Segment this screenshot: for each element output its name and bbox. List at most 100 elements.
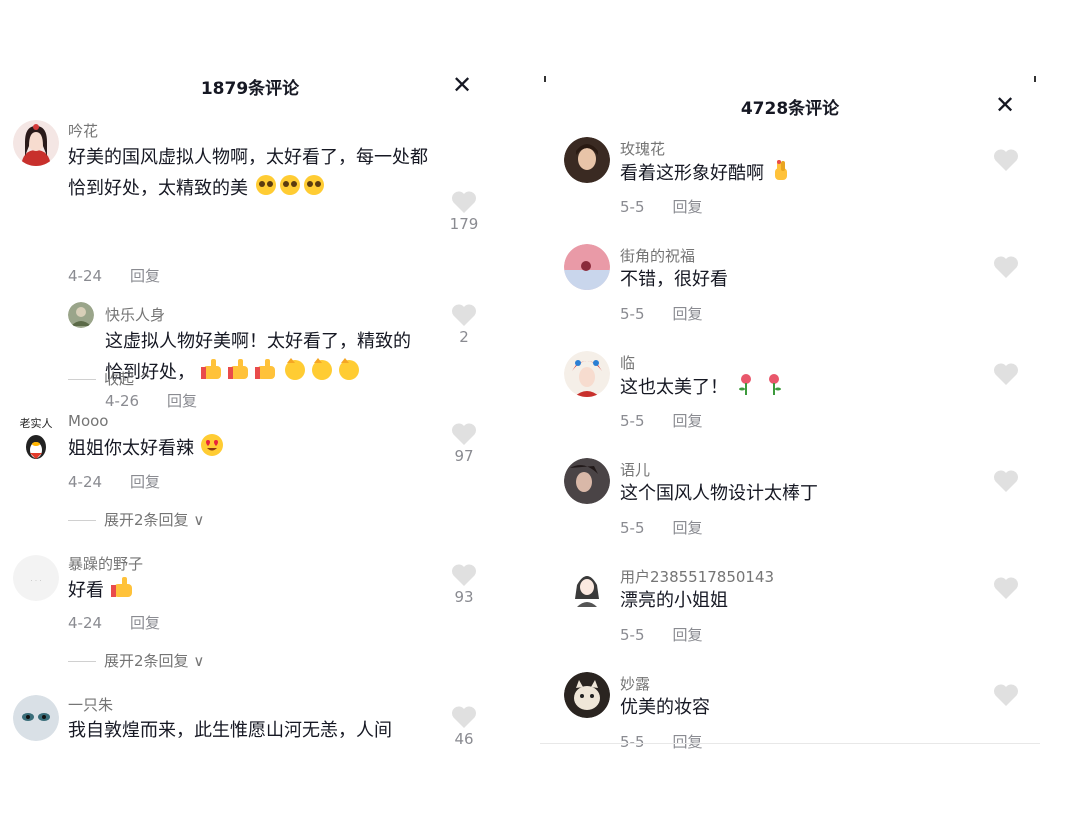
avatar[interactable]: . . . xyxy=(13,555,59,601)
penguin-icon xyxy=(26,435,46,459)
heart-icon xyxy=(451,564,477,586)
avatar[interactable] xyxy=(564,565,610,611)
comment-date: 4-26 xyxy=(105,392,140,410)
like-button[interactable]: 179 xyxy=(449,190,479,234)
rose-emoji-icon xyxy=(734,372,790,406)
comment-date: 5-5 xyxy=(620,198,645,216)
avatar[interactable] xyxy=(564,244,610,290)
comment-text-body: 看着这形象好酷啊 xyxy=(620,163,764,184)
like-button[interactable]: 46 xyxy=(449,705,479,749)
reply-button[interactable]: 回复 xyxy=(673,305,703,323)
thumbs-up-emoji-icon xyxy=(200,357,361,391)
comment-date: 5-5 xyxy=(620,412,645,430)
comment-date: 4-24 xyxy=(68,267,103,285)
commenter-name[interactable]: Mooo xyxy=(68,412,108,430)
close-icon[interactable]: ✕ xyxy=(452,70,472,100)
corner-mark xyxy=(544,76,546,82)
comment-item: 吟花 好美的国风虚拟人物啊，太好看了，每一处都恰到好处，太精致的美 4-24 回复… xyxy=(0,115,500,410)
commenter-name[interactable]: 临 xyxy=(620,352,635,373)
close-icon[interactable]: ✕ xyxy=(995,90,1015,120)
commenter-name[interactable]: 语儿 xyxy=(620,459,650,480)
comment-text: 不错，很好看 xyxy=(620,269,728,290)
heart-icon xyxy=(993,256,1019,278)
like-button[interactable] xyxy=(991,683,1021,707)
comment-text: 漂亮的小姐姐 xyxy=(620,590,728,611)
reply-button[interactable]: 回复 xyxy=(673,198,703,216)
comment-text: 优美的妆容 xyxy=(620,697,710,718)
heart-icon xyxy=(993,149,1019,171)
like-count: 93 xyxy=(454,588,474,606)
expand-replies-button[interactable]: 展开2条回复 ∨ xyxy=(68,509,204,530)
avatar[interactable] xyxy=(564,672,610,718)
avatar[interactable]: 老实人 xyxy=(13,415,59,461)
comments-panel-right: 4728条评论 ✕ 玫瑰花 看着这形象好酷啊 5-5 回复 街角的祝福 不错，很好… xyxy=(540,60,1040,750)
svg-text:. . .: . . . xyxy=(30,575,41,583)
comment-meta: 5-5 回复 xyxy=(620,624,703,645)
commenter-name[interactable]: 一只朱 xyxy=(68,694,113,715)
comment-meta: 5-5 回复 xyxy=(620,303,703,324)
comment-date: 5-5 xyxy=(620,733,645,750)
reply-button[interactable]: 回复 xyxy=(130,473,160,491)
commenter-name[interactable]: 用户2385517850143 xyxy=(620,566,774,587)
commenter-name[interactable]: 吟花 xyxy=(68,120,98,141)
avatar[interactable] xyxy=(13,695,59,741)
heart-icon xyxy=(451,304,477,326)
comments-panel-left: 1879条评论 ✕ 吟花 好美的国风虚拟人物啊，太好看了，每一处都恰到好处，太精… xyxy=(0,60,500,750)
comment-date: 4-24 xyxy=(68,473,103,491)
comment-text-body: 好看 xyxy=(68,580,104,601)
like-button[interactable] xyxy=(991,576,1021,600)
heart-icon xyxy=(993,470,1019,492)
reply-button[interactable]: 回复 xyxy=(130,614,160,632)
commenter-name[interactable]: 暴躁的野子 xyxy=(68,553,143,574)
reply-button[interactable]: 回复 xyxy=(673,626,703,644)
reply-button[interactable]: 回复 xyxy=(673,733,703,750)
heart-icon xyxy=(993,577,1019,599)
collapse-replies-button[interactable]: 收起 ^ xyxy=(68,368,151,389)
expand-replies-button[interactable]: 展开2条回复 ∨ xyxy=(68,650,204,671)
fingers-crossed-emoji-icon xyxy=(770,158,792,192)
bottom-divider xyxy=(540,743,1040,744)
comment-text: 好看 xyxy=(68,575,428,609)
chevron-up-icon: ^ xyxy=(134,370,152,388)
comment-text-body: 这也太美了！ xyxy=(620,377,728,398)
like-count: 97 xyxy=(454,447,474,465)
comment-meta: 4-24 回复 xyxy=(68,471,160,492)
commenter-name[interactable]: 街角的祝福 xyxy=(620,245,695,266)
like-button[interactable]: 2 xyxy=(449,303,479,347)
comment-date: 5-5 xyxy=(620,626,645,644)
like-button[interactable] xyxy=(991,255,1021,279)
comment-meta: 4-24 回复 xyxy=(68,265,160,286)
avatar[interactable] xyxy=(564,137,610,183)
avatar[interactable] xyxy=(564,458,610,504)
comment-text: 好美的国风虚拟人物啊，太好看了，每一处都恰到好处，太精致的美 xyxy=(68,143,428,207)
like-button[interactable]: 97 xyxy=(449,422,479,466)
avatar[interactable] xyxy=(13,120,59,166)
like-count: 46 xyxy=(454,730,474,748)
comment-meta: 5-5 回复 xyxy=(620,196,703,217)
divider-line xyxy=(68,661,96,662)
like-button[interactable] xyxy=(991,362,1021,386)
reply-button[interactable]: 回复 xyxy=(673,412,703,430)
comment-meta: 5-5 回复 xyxy=(620,517,703,538)
corner-mark xyxy=(1034,76,1036,82)
like-button[interactable]: 93 xyxy=(449,563,479,607)
like-button[interactable] xyxy=(991,148,1021,172)
avatar[interactable] xyxy=(564,351,610,397)
reply-button[interactable]: 回复 xyxy=(130,267,160,285)
commenter-name[interactable]: 玫瑰花 xyxy=(620,138,665,159)
divider-line xyxy=(68,520,96,521)
like-count: 179 xyxy=(449,215,479,233)
heart-icon xyxy=(451,706,477,728)
reply-button[interactable]: 回复 xyxy=(167,392,197,410)
like-button[interactable] xyxy=(991,469,1021,493)
comment-meta: 5-5 回复 xyxy=(620,410,703,431)
comment-meta: 4-24 回复 xyxy=(68,612,160,633)
pleading-emoji-icon xyxy=(254,173,326,207)
commenter-name[interactable]: 快乐人身 xyxy=(105,304,165,325)
comment-text: 我自敦煌而来，此生惟愿山河无恙，人间 xyxy=(68,720,392,741)
reply-button[interactable]: 回复 xyxy=(673,519,703,537)
avatar[interactable] xyxy=(68,302,94,328)
comment-text: 看着这形象好酷啊 xyxy=(620,158,792,192)
commenter-name[interactable]: 妙露 xyxy=(620,673,650,694)
heart-icon xyxy=(451,423,477,445)
